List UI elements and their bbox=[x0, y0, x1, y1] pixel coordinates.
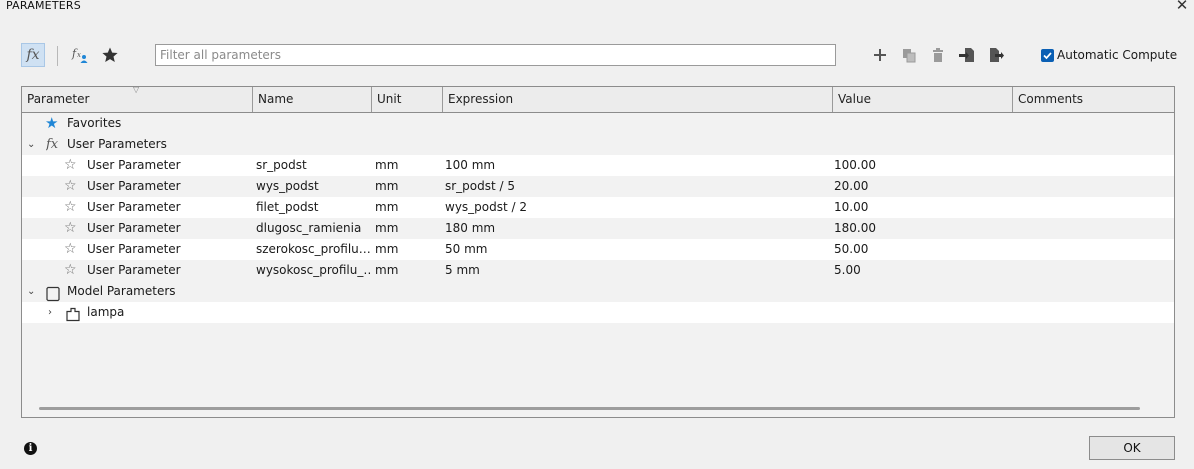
copy-glyph bbox=[903, 49, 916, 63]
window-title: PARAMETERS bbox=[6, 0, 81, 12]
parameter-expression[interactable]: wys_podst / 2 bbox=[445, 197, 527, 218]
parameter-type: User Parameter bbox=[87, 158, 181, 172]
parameter-unit[interactable]: mm bbox=[375, 260, 398, 281]
info-icon[interactable]: i bbox=[24, 442, 37, 455]
parameter-type: User Parameter bbox=[87, 179, 181, 193]
favorite-toggle-star-icon[interactable]: ☆ bbox=[64, 239, 77, 260]
parameter-name[interactable]: szerokosc_profilu… bbox=[256, 239, 372, 260]
favorite-toggle-star-icon[interactable]: ☆ bbox=[64, 197, 77, 218]
favorite-star-icon: ★ bbox=[45, 114, 59, 132]
parameter-value: 50.00 bbox=[834, 242, 869, 256]
parameter-unit[interactable]: mm bbox=[375, 155, 398, 176]
automatic-compute-checkbox[interactable] bbox=[1041, 48, 1054, 62]
export-glyph bbox=[990, 48, 1004, 62]
fx-group-icon: fx bbox=[46, 137, 59, 152]
svg-text:x: x bbox=[77, 51, 81, 59]
chevron-down-icon[interactable]: ⌄ bbox=[27, 281, 35, 302]
component-label: lampa bbox=[87, 305, 125, 319]
parameter-value: 5.00 bbox=[834, 263, 861, 277]
table-row[interactable]: ☆ User Parameter wysokosc_profilu_… mm 5… bbox=[22, 260, 1174, 281]
favorite-toggle-star-icon[interactable]: ☆ bbox=[64, 176, 77, 197]
toolbar: fx f x Filter all parameters Automatic C… bbox=[0, 40, 1194, 70]
automatic-compute-label: Automatic Compute bbox=[1057, 48, 1178, 62]
user-parameters-label: User Parameters bbox=[67, 137, 167, 151]
favorite-toggle-star-icon[interactable]: ☆ bbox=[64, 218, 77, 239]
parameter-unit[interactable]: mm bbox=[375, 176, 398, 197]
column-header-value[interactable]: Value bbox=[833, 87, 1013, 112]
model-body-icon bbox=[46, 286, 60, 302]
favorites-group-row[interactable]: ★ Favorites bbox=[22, 113, 1174, 134]
toolbar-separator bbox=[57, 46, 58, 66]
model-parameters-group-row[interactable]: ⌄ Model Parameters bbox=[22, 281, 1174, 302]
import-icon[interactable] bbox=[955, 43, 979, 67]
add-icon[interactable] bbox=[868, 43, 892, 67]
parameter-type: User Parameter bbox=[87, 200, 181, 214]
favorites-label: Favorites bbox=[67, 116, 122, 130]
table-row[interactable]: ☆ User Parameter filet_podst mm wys_pods… bbox=[22, 197, 1174, 218]
check-icon bbox=[1043, 51, 1052, 59]
search-input[interactable] bbox=[155, 44, 836, 66]
table-row[interactable]: ☆ User Parameter dlugosc_ramienia mm 180… bbox=[22, 218, 1174, 239]
table-header: Parameter ▽ Name Unit Expression Value C… bbox=[22, 85, 1174, 113]
parameter-name[interactable]: dlugosc_ramienia bbox=[256, 218, 372, 239]
parameter-expression[interactable]: sr_podst / 5 bbox=[445, 176, 515, 197]
sort-indicator-icon: ▽ bbox=[133, 85, 140, 94]
parameter-expression[interactable]: 100 mm bbox=[445, 155, 495, 176]
ok-button[interactable]: OK bbox=[1089, 436, 1175, 460]
model-parameters-label: Model Parameters bbox=[67, 284, 176, 298]
horizontal-scrollbar[interactable] bbox=[39, 407, 1140, 410]
column-header-expression[interactable]: Expression bbox=[443, 87, 833, 112]
parameter-expression[interactable]: 5 mm bbox=[445, 260, 480, 281]
parameter-value: 180.00 bbox=[834, 221, 876, 235]
parameter-value: 100.00 bbox=[834, 158, 876, 172]
star-icon[interactable] bbox=[98, 43, 122, 67]
parameter-name[interactable]: wysokosc_profilu_… bbox=[256, 260, 372, 281]
parameter-type: User Parameter bbox=[87, 263, 181, 277]
parameter-name[interactable]: sr_podst bbox=[256, 155, 372, 176]
parameter-unit[interactable]: mm bbox=[375, 197, 398, 218]
favorite-toggle-star-icon[interactable]: ☆ bbox=[64, 155, 77, 176]
parameter-value: 20.00 bbox=[834, 179, 869, 193]
close-icon[interactable]: ✕ bbox=[1174, 0, 1190, 13]
table-row[interactable]: ☆ User Parameter wys_podst mm sr_podst /… bbox=[22, 176, 1174, 197]
parameter-unit[interactable]: mm bbox=[375, 239, 398, 260]
favorite-toggle-star-icon[interactable]: ☆ bbox=[64, 260, 77, 281]
table-row[interactable]: ☆ User Parameter sr_podst mm 100 mm 100.… bbox=[22, 155, 1174, 176]
column-header-comments[interactable]: Comments bbox=[1013, 87, 1174, 112]
export-icon[interactable] bbox=[984, 43, 1008, 67]
add-glyph bbox=[874, 49, 886, 61]
title-bar: PARAMETERS ✕ bbox=[0, 0, 1194, 14]
parameter-expression[interactable]: 180 mm bbox=[445, 218, 495, 239]
parameter-value: 10.00 bbox=[834, 200, 869, 214]
parameter-name[interactable]: filet_podst bbox=[256, 197, 372, 218]
fx-icon[interactable]: fx bbox=[21, 43, 45, 67]
parameter-type: User Parameter bbox=[87, 242, 181, 256]
delete-icon[interactable] bbox=[926, 43, 950, 67]
parameter-unit[interactable]: mm bbox=[375, 218, 398, 239]
fx-user-icon[interactable]: f x bbox=[68, 43, 92, 67]
parameters-table: Parameter ▽ Name Unit Expression Value C… bbox=[21, 85, 1175, 418]
star-glyph bbox=[102, 47, 118, 62]
user-parameters-group-row[interactable]: ⌄ fx User Parameters bbox=[22, 134, 1174, 155]
model-component-row[interactable]: › lampa bbox=[22, 302, 1174, 323]
column-header-name[interactable]: Name bbox=[253, 87, 372, 112]
fx-icon-label: fx bbox=[26, 47, 40, 63]
chevron-down-icon[interactable]: ⌄ bbox=[27, 134, 35, 155]
parameter-name[interactable]: wys_podst bbox=[256, 176, 372, 197]
fx-user-glyph: f x bbox=[71, 47, 88, 63]
copy-icon[interactable] bbox=[897, 43, 921, 67]
component-icon bbox=[66, 307, 80, 322]
parameter-type: User Parameter bbox=[87, 221, 181, 235]
import-glyph bbox=[959, 48, 974, 62]
automatic-compute-toggle[interactable]: Automatic Compute bbox=[1041, 47, 1177, 63]
table-row[interactable]: ☆ User Parameter szerokosc_profilu… mm 5… bbox=[22, 239, 1174, 260]
column-header-unit[interactable]: Unit bbox=[372, 87, 443, 112]
delete-glyph bbox=[933, 48, 943, 62]
chevron-right-icon[interactable]: › bbox=[48, 302, 52, 323]
parameter-expression[interactable]: 50 mm bbox=[445, 239, 487, 260]
